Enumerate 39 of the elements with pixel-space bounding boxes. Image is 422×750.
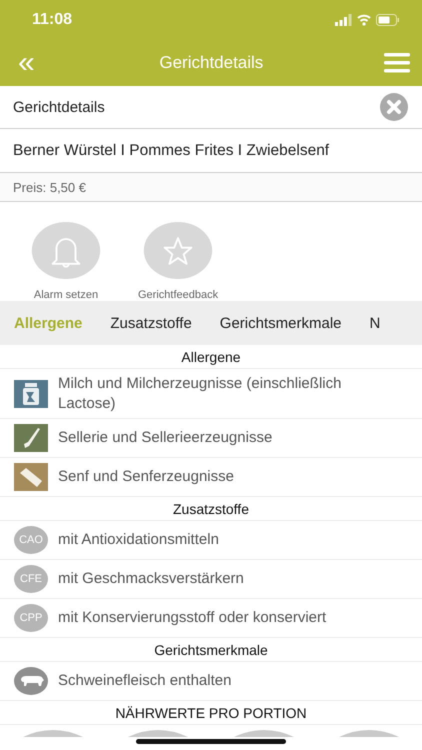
status-time: 11:08 — [32, 11, 72, 29]
item-text: Senf und Senferzeugnisse — [58, 467, 234, 487]
tab[interactable]: Zusatzstoffe — [100, 314, 202, 332]
star-button[interactable] — [142, 222, 214, 279]
milk-jar-icon — [14, 380, 48, 408]
dish-name: Berner Würstel I Pommes Frites I Zwiebelsenf — [13, 142, 330, 160]
nutrition-gauge — [232, 729, 296, 737]
section-title: Zusatzstoffe — [172, 500, 249, 516]
section-title: Allergene — [181, 348, 241, 364]
celery-icon — [14, 424, 48, 452]
wifi-icon — [357, 14, 371, 26]
signal-icon — [335, 14, 352, 26]
tab[interactable]: Gerichtsmerkmale — [210, 314, 352, 332]
battery-icon — [376, 14, 400, 26]
dish-price: Preis: 5,50 € — [13, 180, 86, 194]
additive-badge: CFE — [14, 565, 48, 593]
additive-badge: CAO — [14, 526, 48, 554]
detail-title: Gerichtdetails — [13, 98, 105, 116]
tab[interactable]: N — [360, 314, 390, 332]
nutrition-gauge — [337, 729, 402, 737]
item-text: Schweinefleisch enthalten — [58, 671, 232, 691]
bell-button[interactable] — [30, 222, 102, 279]
nutrition-gauge — [20, 729, 85, 737]
section-title: NÄHRWERTE PRO PORTION — [115, 704, 307, 720]
header-title: Gerichtdetails — [159, 53, 264, 73]
additive-badge: CPP — [14, 604, 48, 632]
item-text: mit Konservierungsstoff oder konserviert — [58, 608, 326, 628]
action-label: Alarm setzen — [34, 289, 98, 301]
pig-icon — [14, 667, 48, 695]
section-title: Gerichtsmerkmale — [154, 642, 268, 658]
action-label: Gerichtfeedback — [138, 289, 218, 301]
nutrition-gauge — [126, 729, 190, 737]
mustard-tube-icon — [14, 463, 48, 491]
menu-icon[interactable] — [384, 53, 410, 73]
item-text: Sellerie und Sellerieerzeugnisse — [58, 428, 272, 448]
item-text: mit Antioxidationsmitteln — [58, 530, 219, 550]
item-text: Milch und Milcherzeugnisse (einschließlich Lactose) — [58, 374, 342, 413]
close-icon[interactable] — [379, 92, 409, 122]
item-text: mit Geschmacksverstärkern — [58, 569, 244, 589]
